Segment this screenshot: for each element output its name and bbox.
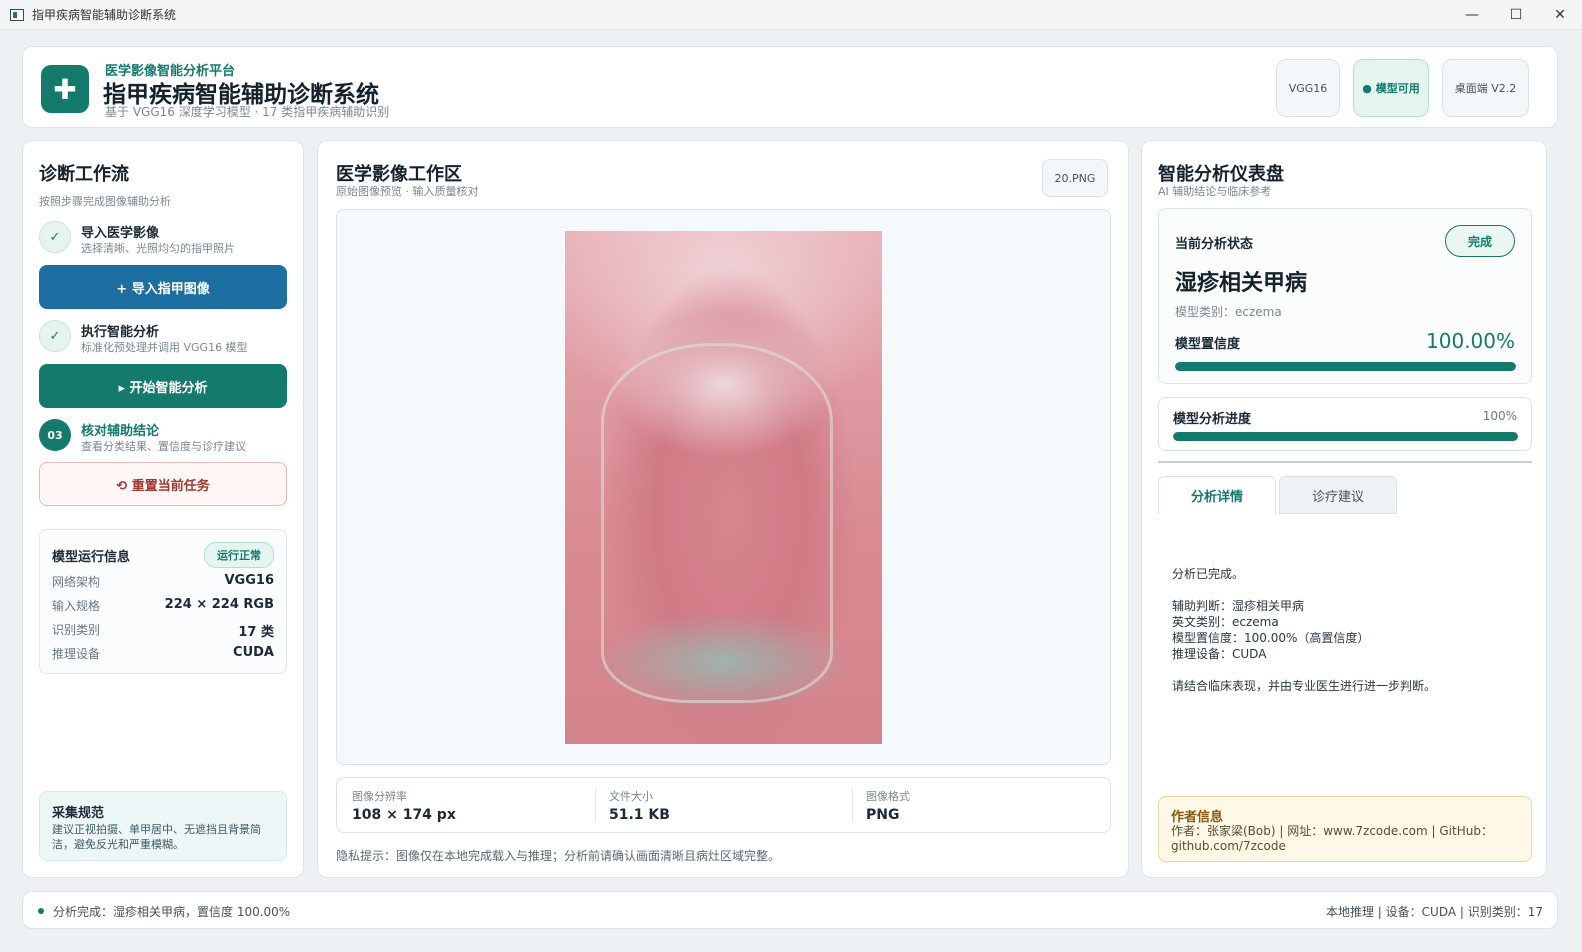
info-row-device: 推理设备 CUDA — [52, 645, 274, 662]
step-2-check-icon: ✓ — [39, 320, 71, 352]
author-text: 作者：张家梁(Bob) | 网址：www.7zcode.com | GitHub… — [1171, 824, 1493, 853]
info-row-classes: 识别类别 17 类 — [52, 621, 274, 640]
meta-key: 图像格式 — [866, 790, 910, 803]
workflow-title: 诊断工作流 — [39, 164, 129, 185]
info-key: 输入规格 — [52, 599, 101, 613]
app-icon — [10, 8, 24, 21]
window-title: 指甲疾病智能辅助诊断系统 — [32, 8, 177, 22]
nail-image — [565, 231, 882, 744]
analysis-detail-text: 分析已完成。 辅助判断：湿疹相关甲病 英文类别：eczema 模型置信度：100… — [1172, 567, 1437, 693]
info-row-architecture: 网络架构 VGG16 — [52, 573, 274, 590]
confidence-bar-fill — [1175, 362, 1516, 371]
status-dot-icon — [38, 908, 44, 914]
minimize-button[interactable]: — — [1450, 0, 1494, 30]
info-value: VGG16 — [224, 573, 275, 588]
tips-title: 采集规范 — [52, 806, 105, 821]
analysis-progress-card: 模型分析进度 100% — [1158, 397, 1532, 451]
dashboard-subtitle: AI 辅助结论与临床参考 — [1158, 185, 1272, 198]
model-class: 模型类别：eczema — [1175, 305, 1282, 319]
analysis-status-card: 当前分析状态 完成 湿疹相关甲病 模型类别：eczema 模型置信度 100.0… — [1158, 208, 1532, 384]
app-header: ✚ 医学影像智能分析平台 指甲疾病智能辅助诊断系统 基于 VGG16 深度学习模… — [22, 46, 1558, 128]
step-1-title: 导入医学影像 — [81, 226, 160, 241]
meta-value: PNG — [866, 807, 900, 823]
progress-bar-fill — [1173, 432, 1518, 441]
status-bar-message: 分析完成：湿疹相关甲病，置信度 100.00% — [53, 905, 291, 919]
nail-plate-shape — [601, 343, 833, 703]
meta-divider — [595, 788, 596, 822]
diagnosis-result: 湿疹相关甲病 — [1175, 271, 1308, 296]
confidence-bar — [1175, 362, 1516, 371]
meta-filesize: 文件大小 51.1 KB — [609, 788, 670, 823]
workflow-panel: 诊断工作流 按照步骤完成图像辅助分析 ✓ 导入医学影像 选择清晰、光照均匀的指甲… — [22, 140, 304, 878]
confidence-value: 100.00% — [1426, 329, 1515, 353]
meta-format: 图像格式 PNG — [866, 788, 910, 823]
analysis-dashboard-panel: 智能分析仪表盘 AI 辅助结论与临床参考 当前分析状态 完成 湿疹相关甲病 模型… — [1141, 140, 1547, 878]
progress-bar — [1173, 432, 1518, 441]
meta-value: 108 × 174 px — [352, 807, 456, 823]
model-info-title: 模型运行信息 — [52, 550, 131, 565]
info-row-input: 输入规格 224 × 224 RGB — [52, 597, 274, 614]
privacy-notice: 隐私提示：图像仅在本地完成载入与推理；分析前请确认画面清晰且病灶区域完整。 — [336, 849, 781, 863]
confidence-label: 模型置信度 — [1175, 337, 1241, 352]
step-1-desc: 选择清晰、光照均匀的指甲照片 — [81, 242, 235, 255]
model-status-pill: ● 模型可用 — [1353, 59, 1429, 117]
tab-treatment-advice[interactable]: 诊疗建议 — [1279, 476, 1397, 514]
status-bar-info: 本地推理 | 设备：CUDA | 识别类别：17 — [1325, 905, 1543, 919]
meta-key: 图像分辨率 — [352, 790, 407, 803]
image-workspace-panel: 医学影像工作区 原始图像预览 · 输入质量核对 20.PNG 图像分辨率 108… — [317, 140, 1129, 878]
info-key: 推理设备 — [52, 647, 101, 661]
close-button[interactable]: ✕ — [1538, 0, 1582, 30]
status-label: 当前分析状态 — [1175, 237, 1254, 252]
import-image-button[interactable]: + 导入指甲图像 — [39, 265, 287, 309]
step-3-number: 03 — [39, 419, 71, 451]
window-titlebar: 指甲疾病智能辅助诊断系统 — ☐ ✕ — [0, 0, 1582, 30]
author-info-box: 作者信息 作者：张家梁(Bob) | 网址：www.7zcode.com | G… — [1158, 796, 1532, 862]
model-pill: VGG16 — [1276, 59, 1340, 117]
meta-value: 51.1 KB — [609, 807, 670, 823]
info-value: 224 × 224 RGB — [164, 597, 274, 612]
status-bar: 分析完成：湿疹相关甲病，置信度 100.00% 本地推理 | 设备：CUDA |… — [22, 891, 1558, 929]
image-preview-area — [336, 209, 1111, 765]
workflow-subtitle: 按照步骤完成图像辅助分析 — [39, 195, 171, 208]
step-2-title: 执行智能分析 — [81, 325, 160, 340]
step-3-title: 核对辅助结论 — [81, 424, 160, 439]
header-subtitle: 基于 VGG16 深度学习模型 · 17 类指甲疾病辅助识别 — [105, 105, 390, 119]
workspace-subtitle: 原始图像预览 · 输入质量核对 — [336, 185, 479, 198]
progress-label: 模型分析进度 — [1173, 412, 1252, 427]
status-complete-badge: 完成 — [1445, 225, 1515, 257]
step-1-check-icon: ✓ — [39, 221, 71, 253]
start-analysis-button[interactable]: ▸ 开始智能分析 — [39, 364, 287, 408]
info-key: 网络架构 — [52, 575, 101, 589]
progress-value: 100% — [1482, 409, 1517, 423]
model-info-box: 模型运行信息 运行正常 网络架构 VGG16 输入规格 224 × 224 RG… — [39, 529, 287, 674]
file-name-chip: 20.PNG — [1042, 159, 1108, 197]
capture-tips-box: 采集规范 建议正视拍摄、单甲居中、无遮挡且背景简洁，避免反光和严重模糊。 — [39, 791, 287, 861]
section-divider — [1158, 461, 1532, 463]
medical-cross-icon: ✚ — [41, 65, 89, 113]
image-meta-box: 图像分辨率 108 × 174 px 文件大小 51.1 KB 图像格式 PNG — [336, 777, 1111, 833]
meta-resolution: 图像分辨率 108 × 174 px — [352, 788, 456, 823]
tab-analysis-details[interactable]: 分析详情 — [1158, 476, 1276, 514]
step-2-desc: 标准化预处理并调用 VGG16 模型 — [81, 341, 248, 354]
tips-text: 建议正视拍摄、单甲居中、无遮挡且背景简洁，避免反光和严重模糊。 — [52, 823, 261, 851]
meta-divider — [852, 788, 853, 822]
info-key: 识别类别 — [52, 623, 101, 637]
step-3-desc: 查看分类结果、置信度与诊疗建议 — [81, 440, 246, 453]
maximize-button[interactable]: ☐ — [1494, 0, 1538, 30]
meta-key: 文件大小 — [609, 790, 653, 803]
info-value: CUDA — [233, 645, 274, 660]
info-value: 17 类 — [238, 625, 274, 640]
author-title: 作者信息 — [1171, 810, 1224, 825]
reset-task-button[interactable]: ⟲ 重置当前任务 — [39, 462, 287, 506]
version-pill: 桌面端 V2.2 — [1442, 59, 1529, 117]
model-running-badge: 运行正常 — [204, 542, 274, 568]
